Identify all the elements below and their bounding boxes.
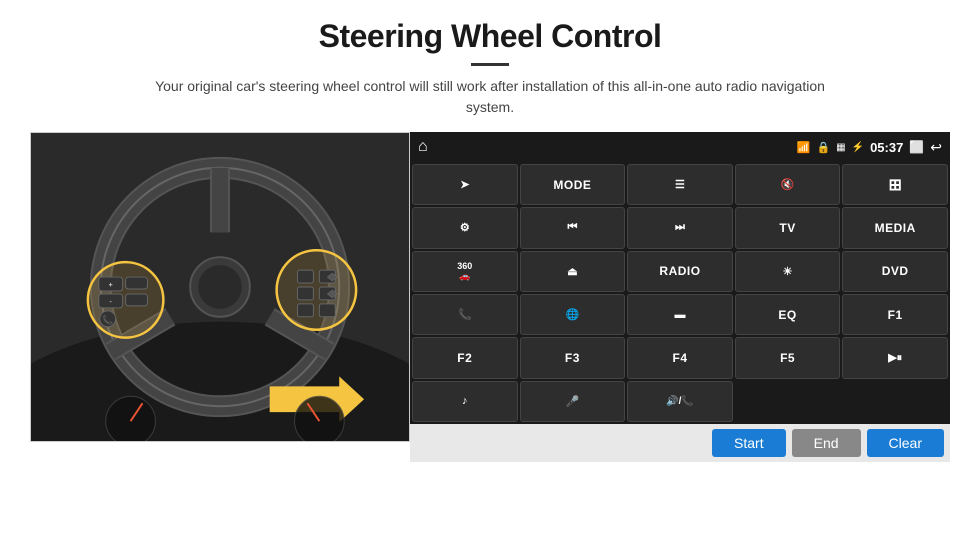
- status-time: 05:37: [870, 140, 903, 155]
- apps-button[interactable]: ⊞: [842, 164, 948, 205]
- media-button[interactable]: MEDIA: [842, 207, 948, 248]
- prev-button[interactable]: ⏮: [520, 207, 626, 248]
- end-button[interactable]: End: [792, 429, 861, 457]
- dvd-button[interactable]: DVD: [842, 251, 948, 292]
- empty-btn-2: [842, 381, 948, 422]
- page-title: Steering Wheel Control: [319, 18, 662, 55]
- mic-button[interactable]: 🎤: [520, 381, 626, 422]
- web-button[interactable]: 🌐: [520, 294, 626, 335]
- content-area: + - 📞: [30, 132, 950, 462]
- screen-icon: ⬜: [909, 140, 924, 154]
- playpause-button[interactable]: ▶⏸: [842, 337, 948, 378]
- sd-icon: ▦: [836, 142, 845, 153]
- tv-button[interactable]: TV: [735, 207, 841, 248]
- control-panel: ⌂ 📶 🔒 ▦ ⚡ 05:37 ⬜ ↩ ➤ MODE ☰ 🔇 ⊞: [410, 132, 950, 462]
- phone-button[interactable]: 📞: [412, 294, 518, 335]
- nav-arrow-button[interactable]: ➤: [412, 164, 518, 205]
- window-button[interactable]: ▬: [627, 294, 733, 335]
- status-bar: ⌂ 📶 🔒 ▦ ⚡ 05:37 ⬜ ↩: [410, 132, 950, 162]
- button-grid: ➤ MODE ☰ 🔇 ⊞ ⚙ ⏮ ⏭ TV MEDIA 360🚗 ⏏ RADIO…: [410, 162, 950, 424]
- eq-button[interactable]: EQ: [735, 294, 841, 335]
- status-icons: 📶 🔒 ▦ ⚡ 05:37 ⬜ ↩: [797, 139, 942, 156]
- clear-button[interactable]: Clear: [867, 429, 944, 457]
- vol-phone-button[interactable]: 🔊/📞: [627, 381, 733, 422]
- bluetooth-icon: ⚡: [852, 142, 864, 153]
- svg-text:📞: 📞: [102, 314, 114, 325]
- mute-button[interactable]: 🔇: [735, 164, 841, 205]
- f1-button[interactable]: F1: [842, 294, 948, 335]
- subtitle: Your original car's steering wheel contr…: [150, 76, 830, 118]
- page-wrapper: Steering Wheel Control Your original car…: [0, 0, 980, 546]
- list-button[interactable]: ☰: [627, 164, 733, 205]
- cam360-button[interactable]: 360🚗: [412, 251, 518, 292]
- mode-button[interactable]: MODE: [520, 164, 626, 205]
- music-button[interactable]: ♪: [412, 381, 518, 422]
- radio-button[interactable]: RADIO: [627, 251, 733, 292]
- f2-button[interactable]: F2: [412, 337, 518, 378]
- next-button[interactable]: ⏭: [627, 207, 733, 248]
- settings-button[interactable]: ⚙: [412, 207, 518, 248]
- brightness-button[interactable]: ☀: [735, 251, 841, 292]
- action-bar: Start End Clear: [410, 424, 950, 462]
- f4-button[interactable]: F4: [627, 337, 733, 378]
- f5-button[interactable]: F5: [735, 337, 841, 378]
- title-divider: [471, 63, 509, 66]
- steering-wheel-image: + - 📞: [30, 132, 410, 442]
- start-button[interactable]: Start: [712, 429, 786, 457]
- svg-text:-: -: [110, 299, 112, 306]
- lock-icon: 🔒: [816, 141, 830, 154]
- back-icon[interactable]: ↩: [930, 139, 942, 156]
- empty-btn-1: [735, 381, 841, 422]
- wifi-icon: 📶: [797, 141, 811, 154]
- f3-button[interactable]: F3: [520, 337, 626, 378]
- svg-text:+: +: [109, 282, 113, 289]
- home-icon[interactable]: ⌂: [418, 138, 428, 156]
- eject-button[interactable]: ⏏: [520, 251, 626, 292]
